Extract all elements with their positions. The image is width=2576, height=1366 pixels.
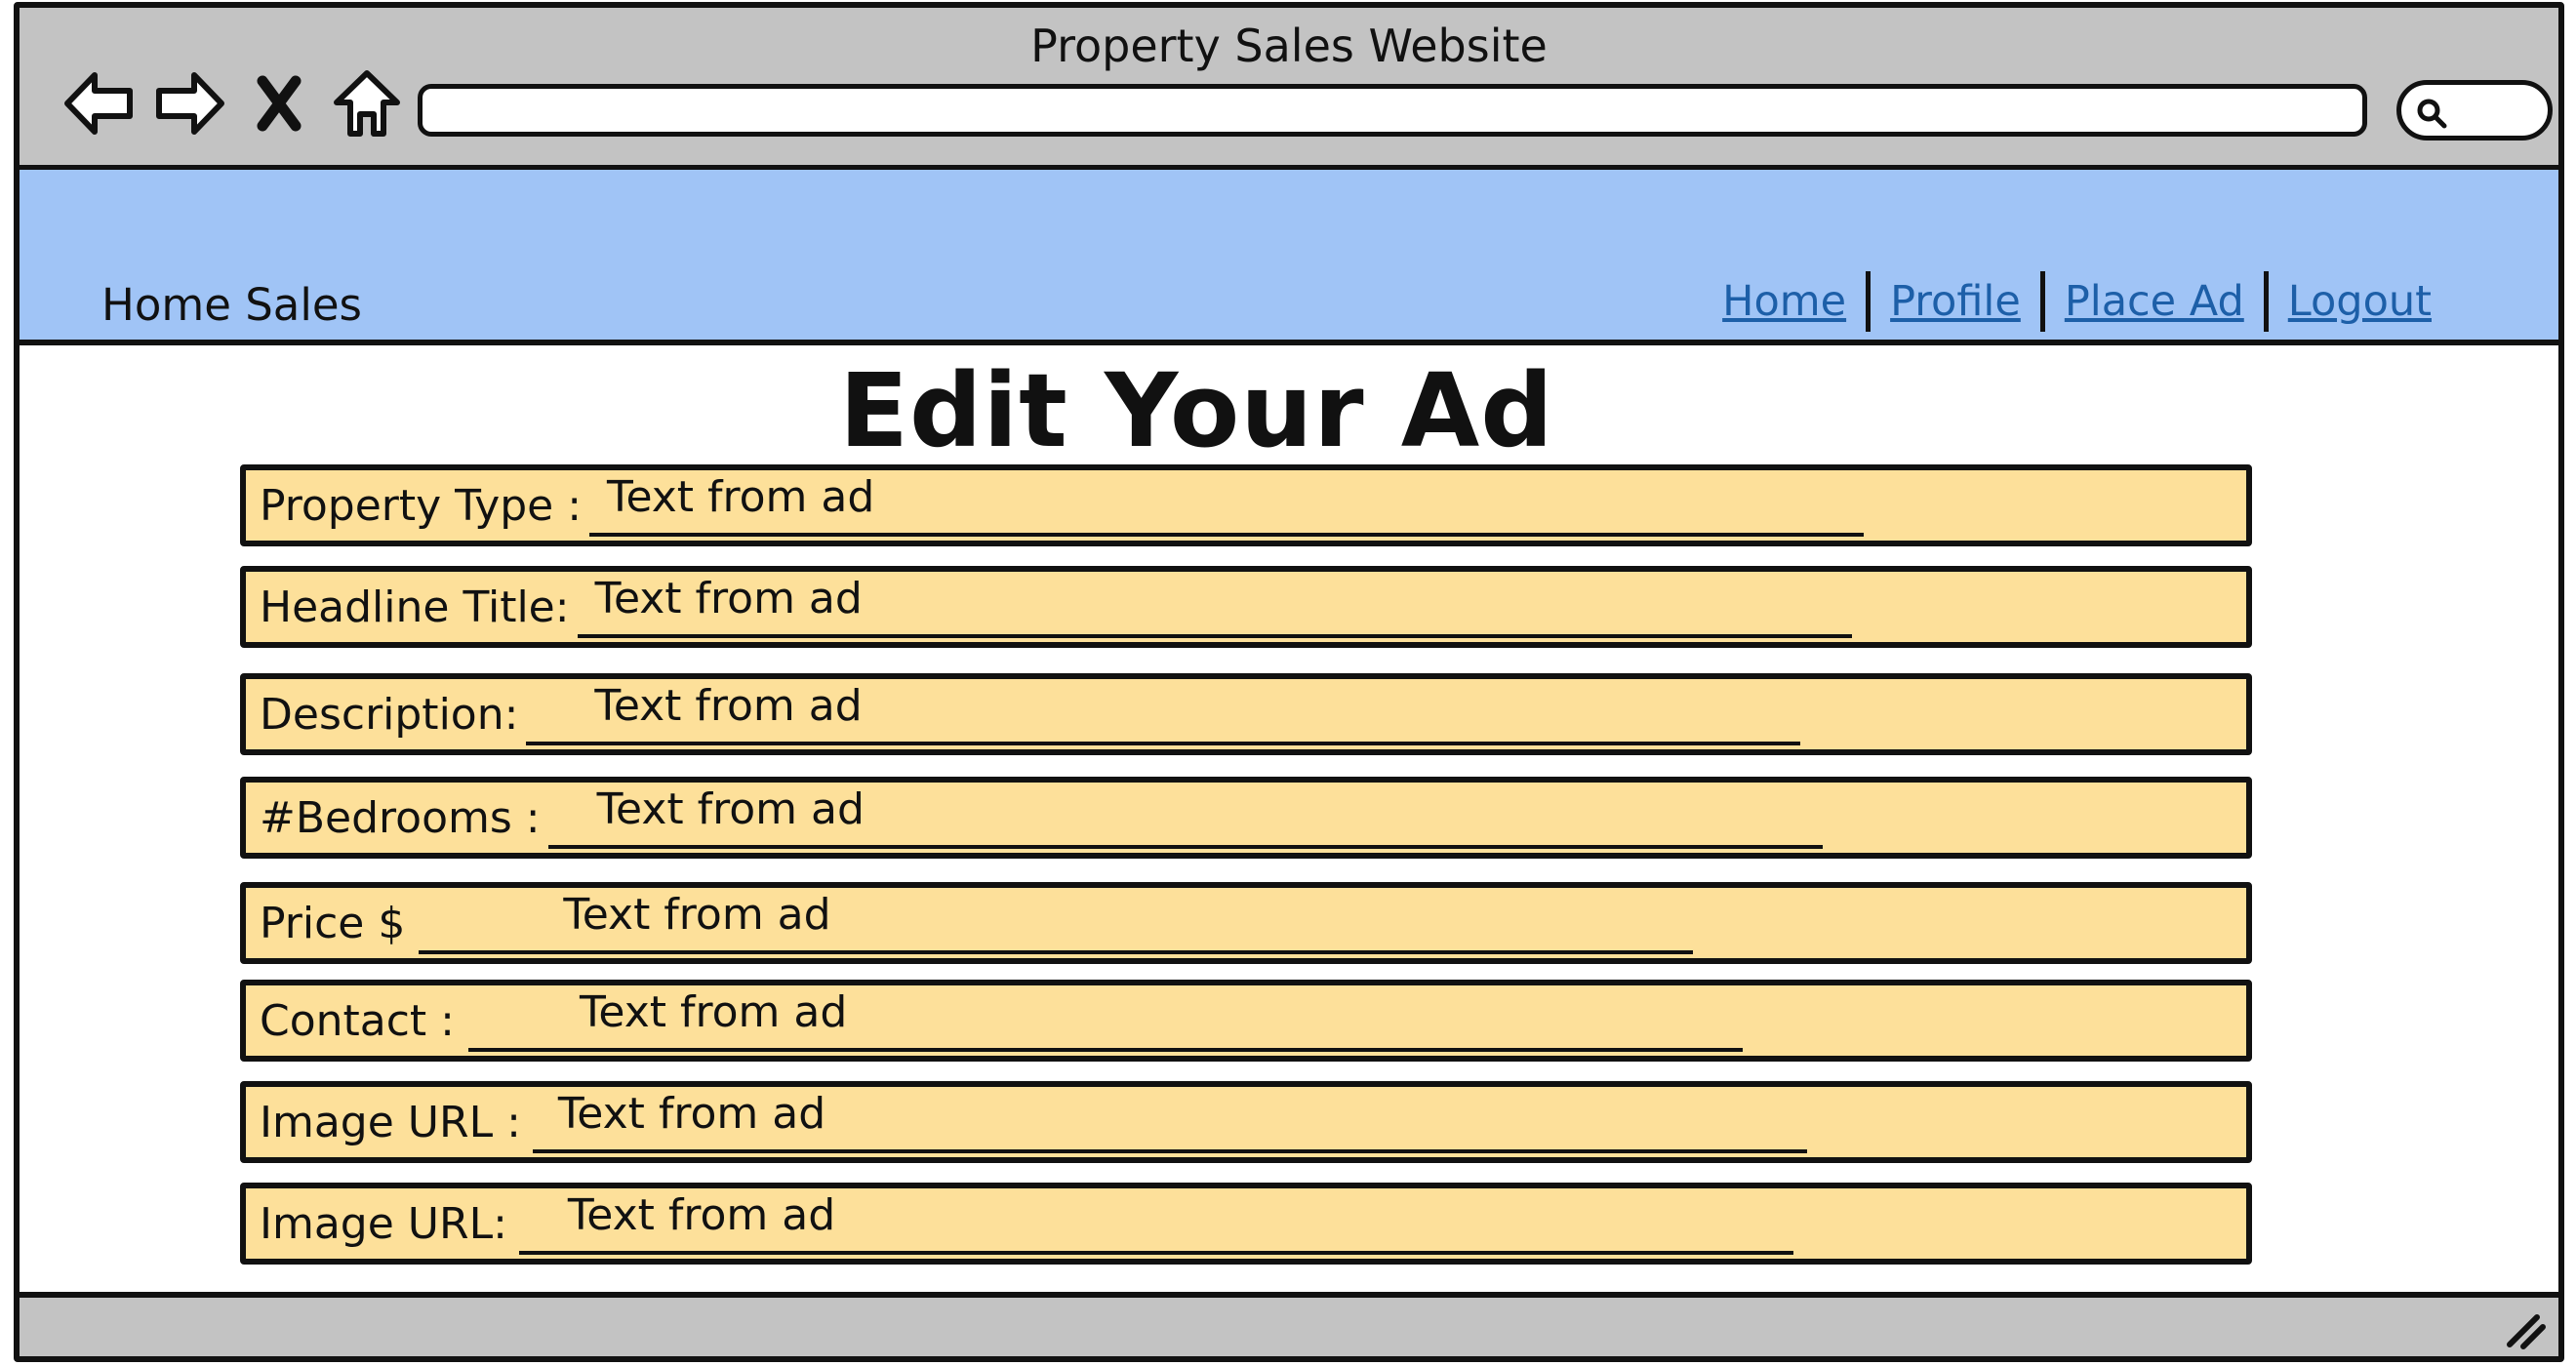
field-value: Text from ad	[594, 681, 863, 731]
field-label: Price $	[260, 898, 406, 948]
image-url-field-1[interactable]: Image URL : Text from ad	[240, 1081, 2252, 1163]
forward-button[interactable]	[150, 64, 228, 142]
field-value: Text from ad	[607, 472, 875, 522]
stop-button[interactable]	[240, 64, 318, 142]
description-field[interactable]: Description: Text from ad	[240, 673, 2252, 755]
field-input[interactable]: Text from ad	[577, 574, 1852, 638]
field-input[interactable]: Text from ad	[589, 472, 1865, 537]
brand-name: Home Sales	[101, 279, 362, 331]
home-icon	[334, 70, 400, 137]
field-value: Text from ad	[594, 574, 863, 623]
field-label: Image URL:	[260, 1198, 507, 1249]
field-value: Text from ad	[580, 987, 848, 1037]
price-field[interactable]: Price $ Text from ad	[240, 882, 2252, 964]
property-type-field[interactable]: Property Type : Text from ad	[240, 464, 2252, 546]
field-label: Contact :	[260, 995, 455, 1046]
address-bar[interactable]	[418, 84, 2367, 137]
back-icon	[64, 72, 133, 135]
field-value: Text from ad	[557, 1089, 826, 1139]
close-icon	[257, 75, 302, 132]
field-input[interactable]: Text from ad	[532, 1089, 1807, 1153]
nav-link-profile[interactable]: Profile	[1871, 277, 2040, 326]
contact-field[interactable]: Contact : Text from ad	[240, 980, 2252, 1062]
home-button[interactable]	[328, 64, 406, 142]
site-header: Home Sales Home Profile Place Ad Logout	[20, 170, 2558, 345]
resize-grip-icon[interactable]	[2502, 1306, 2547, 1350]
browser-window: Property Sales Website Home Sales Home P…	[14, 2, 2564, 1362]
status-bar	[20, 1292, 2558, 1356]
field-value: Text from ad	[563, 890, 831, 940]
field-label: Headline Title:	[260, 582, 570, 632]
field-input[interactable]: Text from ad	[526, 681, 1801, 745]
headline-title-field[interactable]: Headline Title: Text from ad	[240, 566, 2252, 648]
search-icon	[2417, 99, 2447, 129]
nav-link-logout[interactable]: Logout	[2269, 277, 2451, 326]
browser-toolbar: Property Sales Website	[20, 8, 2558, 170]
nav-link-place-ad[interactable]: Place Ad	[2045, 277, 2264, 326]
field-value: Text from ad	[596, 784, 865, 834]
nav-link-home[interactable]: Home	[1703, 277, 1866, 326]
field-input[interactable]: Text from ad	[419, 890, 1694, 954]
field-value: Text from ad	[567, 1190, 836, 1240]
main-navigation: Home Profile Place Ad Logout	[1703, 271, 2451, 332]
search-field[interactable]	[2396, 80, 2553, 141]
forward-icon	[156, 72, 224, 135]
back-button[interactable]	[60, 64, 139, 142]
image-url-field-2[interactable]: Image URL: Text from ad	[240, 1183, 2252, 1265]
field-input[interactable]: Text from ad	[468, 987, 1743, 1052]
page-title: Edit Your Ad	[839, 351, 1554, 470]
field-label: Image URL :	[260, 1097, 521, 1147]
bedrooms-field[interactable]: #Bedrooms : Text from ad	[240, 777, 2252, 859]
field-input[interactable]: Text from ad	[547, 784, 1823, 849]
field-input[interactable]: Text from ad	[518, 1190, 1793, 1255]
field-label: Property Type :	[260, 480, 583, 531]
field-label: #Bedrooms :	[260, 792, 541, 843]
field-label: Description:	[260, 689, 519, 740]
